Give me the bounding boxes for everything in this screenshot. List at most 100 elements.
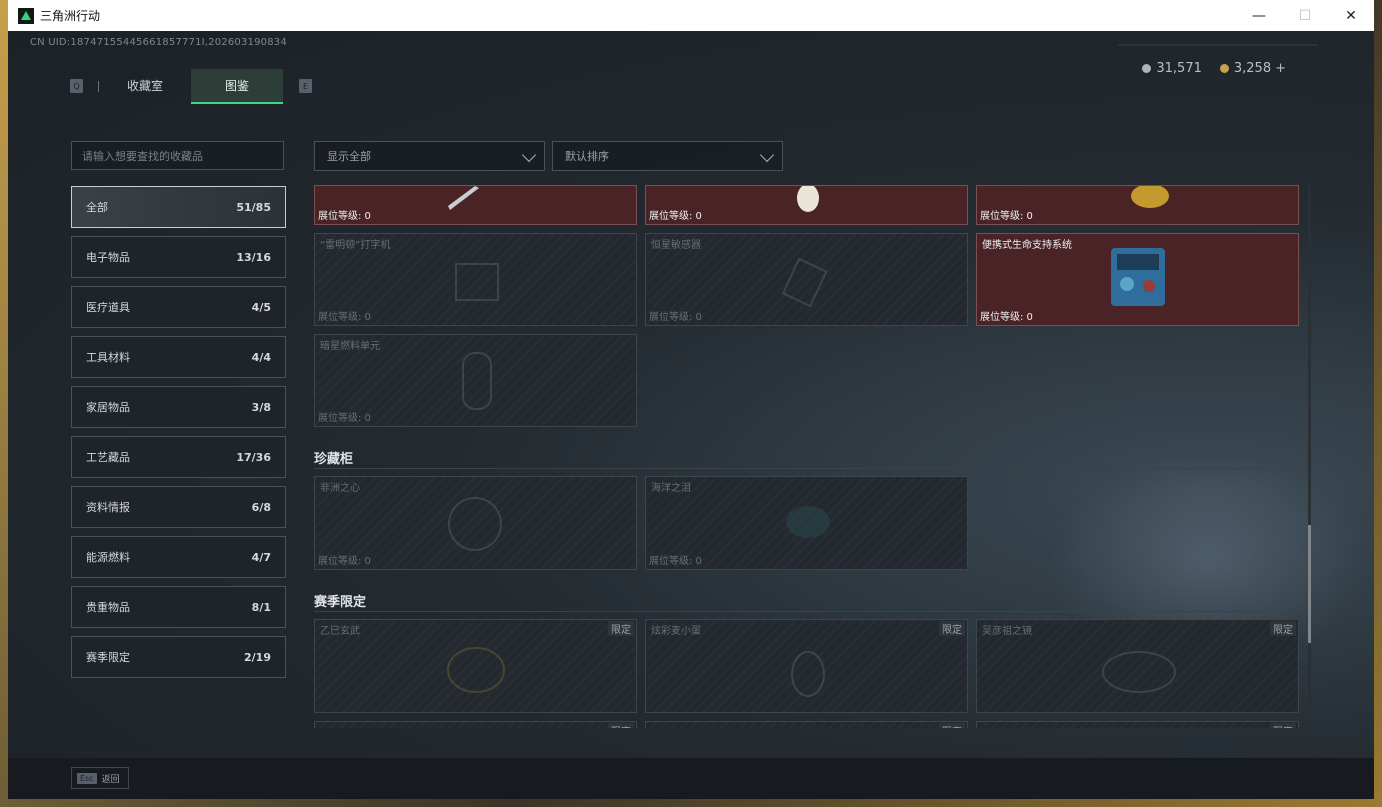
search-input[interactable]: 请输入想要查找的收藏品	[71, 141, 284, 170]
category-label: 医疗道具	[86, 301, 130, 314]
item-name: 恒星敏感器	[651, 240, 701, 251]
category-energy[interactable]: 能源燃料 4/7	[71, 536, 286, 578]
section-divider	[314, 611, 1308, 612]
level-label: 展位等级: 0	[318, 211, 371, 222]
gold-amount: 3,258	[1233, 61, 1272, 76]
item-name: 吴彦祖之镜	[982, 626, 1032, 637]
level-label: 展位等级: 0	[980, 211, 1033, 222]
category-label: 贵重物品	[86, 601, 130, 614]
display-filter-select[interactable]: 显示全部	[314, 141, 545, 171]
item-name: 非洲之心	[320, 483, 360, 494]
collection-card[interactable]: 海洋之泪 展位等级: 0	[645, 476, 968, 570]
tab-divider	[98, 81, 99, 92]
category-household[interactable]: 家居物品 3/8	[71, 386, 286, 428]
level-label: 展位等级: 0	[649, 211, 702, 222]
category-electronics[interactable]: 电子物品 13/16	[71, 236, 286, 278]
minimize-button[interactable]: —	[1236, 0, 1282, 31]
level-label: 展位等级: 0	[318, 556, 371, 567]
collection-card[interactable]: 暗星燃料单元 展位等级: 0	[314, 334, 637, 427]
sort-select[interactable]: 默认排序	[552, 141, 783, 171]
typewriter-icon	[455, 263, 499, 301]
bottom-bar: Esc 返回	[8, 758, 1374, 799]
window-controls: — ☐ ✕	[1236, 0, 1374, 31]
key-hint-e: E	[299, 79, 312, 93]
item-name: 乙巳玄武	[320, 626, 360, 637]
collection-card[interactable]: 展位等级: 0	[645, 185, 968, 225]
category-count: 17/36	[236, 450, 271, 464]
silver-amount: 31,571	[1156, 61, 1202, 76]
collection-card[interactable]: 限定	[645, 721, 968, 728]
title-bar: 三角洲行动 — ☐ ✕	[8, 0, 1374, 31]
category-label: 电子物品	[86, 251, 130, 264]
category-label: 家居物品	[86, 401, 130, 414]
vase-icon	[797, 186, 819, 212]
add-currency-icon[interactable]: +	[1275, 61, 1286, 76]
colorful-egg-icon	[791, 651, 825, 697]
sort-value: 默认排序	[565, 150, 609, 163]
category-count: 2/19	[244, 650, 271, 664]
level-label: 展位等级: 0	[318, 312, 371, 323]
category-valuables[interactable]: 贵重物品 8/1	[71, 586, 286, 628]
key-hint-q: Q	[70, 79, 83, 93]
category-count: 3/8	[251, 400, 271, 414]
game-view: CN UID:18747155445661857771I,20260319083…	[8, 31, 1374, 799]
collection-card[interactable]: 恒星敏感器 展位等级: 0	[645, 233, 968, 326]
fuel-cell-icon	[462, 352, 492, 410]
silver-currency: 31,571	[1142, 61, 1202, 76]
category-medical[interactable]: 医疗道具 4/5	[71, 286, 286, 328]
collection-card[interactable]: 炫彩麦小蛋 限定	[645, 619, 968, 713]
scrollbar[interactable]	[1308, 185, 1311, 728]
category-seasonal[interactable]: 赛季限定 2/19	[71, 636, 286, 678]
item-name: 暗星燃料单元	[320, 341, 380, 352]
category-list: 全部 51/85 电子物品 13/16 医疗道具 4/5 工具材料 4/4 家居物品 3/…	[71, 186, 286, 686]
category-count: 8/1	[251, 600, 271, 614]
collection-card[interactable]: 展位等级: 0	[976, 185, 1299, 225]
collection-card[interactable]: 限定	[314, 721, 637, 728]
gold-coin-icon	[1219, 64, 1229, 73]
collection-card[interactable]: 展位等级: 0	[314, 185, 637, 225]
level-label: 展位等级: 0	[649, 556, 702, 567]
collection-card[interactable]: 乙巳玄武 限定	[314, 619, 637, 713]
item-name: 炫彩麦小蛋	[651, 626, 701, 637]
gold-currency[interactable]: 3,258 +	[1219, 61, 1286, 76]
collection-card[interactable]: 便携式生命支持系统 展位等级: 0	[976, 233, 1299, 326]
collection-card[interactable]: “雷明顿”打字机 展位等级: 0	[314, 233, 637, 326]
app-window: 三角洲行动 — ☐ ✕ CN UID:18747155445661857771I…	[8, 0, 1374, 799]
collection-card[interactable]: 限定	[976, 721, 1299, 728]
collection-card[interactable]: 吴彦祖之镜 限定	[976, 619, 1299, 713]
ocean-tear-icon	[786, 506, 830, 538]
category-count: 13/16	[236, 250, 271, 264]
gold-figure-icon	[1131, 186, 1169, 208]
limited-badge: 限定	[608, 621, 634, 636]
limited-badge: 限定	[939, 723, 965, 728]
category-count: 6/8	[251, 500, 271, 514]
tab-collection-room[interactable]: 收藏室	[100, 69, 190, 102]
collection-grid[interactable]: 展位等级: 0 展位等级: 0 展位等级: 0 “雷明顿”打字机 展位等级: 0…	[314, 185, 1310, 728]
item-name: 海洋之泪	[651, 483, 691, 494]
level-label: 展位等级: 0	[980, 312, 1033, 323]
close-button[interactable]: ✕	[1328, 0, 1374, 31]
maximize-button[interactable]: ☐	[1282, 0, 1328, 31]
category-count: 4/5	[251, 300, 271, 314]
tab-catalog[interactable]: 图鉴	[191, 69, 283, 104]
display-filter-value: 显示全部	[327, 150, 371, 163]
category-all[interactable]: 全部 51/85	[71, 186, 286, 228]
back-button[interactable]: Esc 返回	[71, 767, 129, 789]
chevron-down-icon	[759, 147, 775, 163]
category-label: 能源燃料	[86, 551, 130, 564]
limited-badge: 限定	[1270, 723, 1296, 728]
section-title-seasonal: 赛季限定	[314, 595, 367, 610]
currency-display: 31,571 3,258 +	[1142, 61, 1286, 76]
scrollbar-thumb[interactable]	[1308, 525, 1311, 643]
category-label: 工艺藏品	[86, 451, 130, 464]
collection-card[interactable]: 非洲之心 展位等级: 0	[314, 476, 637, 570]
heart-of-africa-icon	[448, 497, 502, 551]
player-uid: CN UID:18747155445661857771I,20260319083…	[30, 37, 287, 48]
mirror-icon	[1102, 651, 1176, 693]
category-intel[interactable]: 资料情报 6/8	[71, 486, 286, 528]
top-divider	[1118, 44, 1318, 46]
category-tools[interactable]: 工具材料 4/4	[71, 336, 286, 378]
category-crafts[interactable]: 工艺藏品 17/36	[71, 436, 286, 478]
section-divider	[314, 468, 1308, 469]
limited-badge: 限定	[1270, 621, 1296, 636]
